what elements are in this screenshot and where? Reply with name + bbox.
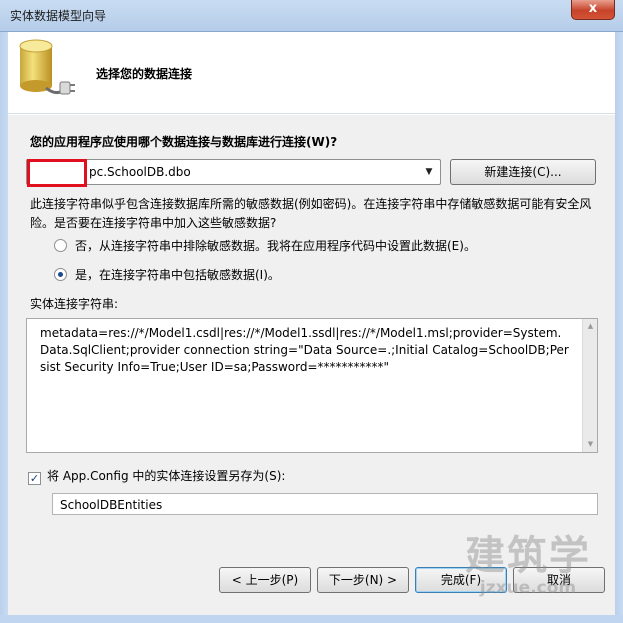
entity-connection-label: 实体连接字符串: (30, 297, 119, 311)
save-config-option[interactable]: ✓ 将 App.Config 中的实体连接设置另存为(S): (28, 467, 285, 485)
window-titlebar: 实体数据模型向导 x (0, 0, 623, 32)
entity-connection-text: metadata=res://*/Model1.csdl|res://*/Mod… (40, 326, 569, 374)
new-connection-button[interactable]: 新建连接(C)... (450, 159, 596, 185)
entity-name-value: SchoolDBEntities (60, 498, 163, 512)
redaction-box (27, 159, 87, 187)
connection-select-value: pc.SchoolDB.dbo (89, 165, 191, 179)
wizard-header: 选择您的数据连接 (8, 32, 615, 114)
save-config-checkbox[interactable]: ✓ (28, 472, 41, 485)
connection-question-label: 您的应用程序应使用哪个数据连接与数据库进行连接(W)? (30, 135, 338, 149)
connection-select[interactable]: pc.SchoolDB.dbo ▼ (26, 159, 441, 187)
window-title: 实体数据模型向导 (10, 9, 107, 23)
sensitive-data-warning: 此连接字符串似乎包含连接数据库所需的敏感数据(例如密码)。在连接字符串中存储敏感… (30, 197, 592, 230)
window-frame-left (0, 32, 8, 623)
dropdown-arrow-icon[interactable]: ▼ (422, 164, 436, 180)
exclude-sensitive-label: 否，从连接字符串中排除敏感数据。我将在应用程序代码中设置此数据(E)。 (75, 239, 476, 253)
save-config-label: 将 App.Config 中的实体连接设置另存为(S): (47, 469, 286, 483)
include-sensitive-radio[interactable] (54, 268, 67, 281)
entity-connection-textarea[interactable]: metadata=res://*/Model1.csdl|res://*/Mod… (26, 318, 598, 453)
entity-name-input[interactable]: SchoolDBEntities (52, 493, 598, 515)
previous-button[interactable]: < 上一步(P) (219, 567, 311, 593)
include-sensitive-option[interactable]: 是，在连接字符串中包括敏感数据(I)。 (54, 266, 280, 283)
exclude-sensitive-option[interactable]: 否，从连接字符串中排除敏感数据。我将在应用程序代码中设置此数据(E)。 (54, 237, 476, 254)
finish-button[interactable]: 完成(F) (415, 567, 507, 593)
scroll-up-icon[interactable]: ▲ (583, 319, 598, 334)
next-button[interactable]: 下一步(N) > (317, 567, 409, 593)
scroll-down-icon[interactable]: ▼ (583, 437, 598, 452)
window-frame-right (615, 32, 623, 623)
textarea-scrollbar[interactable]: ▲ ▼ (582, 319, 597, 452)
exclude-sensitive-radio[interactable] (54, 239, 67, 252)
window-close-button[interactable]: x (571, 0, 615, 20)
cancel-button[interactable]: 取消 (513, 567, 605, 593)
page-heading: 选择您的数据连接 (96, 67, 193, 81)
include-sensitive-label: 是，在连接字符串中包括敏感数据(I)。 (75, 268, 280, 282)
database-connection-icon (19, 39, 75, 95)
wizard-body: 您的应用程序应使用哪个数据连接与数据库进行连接(W)? pc.SchoolDB.… (8, 115, 615, 615)
window-frame-bottom (0, 615, 623, 623)
